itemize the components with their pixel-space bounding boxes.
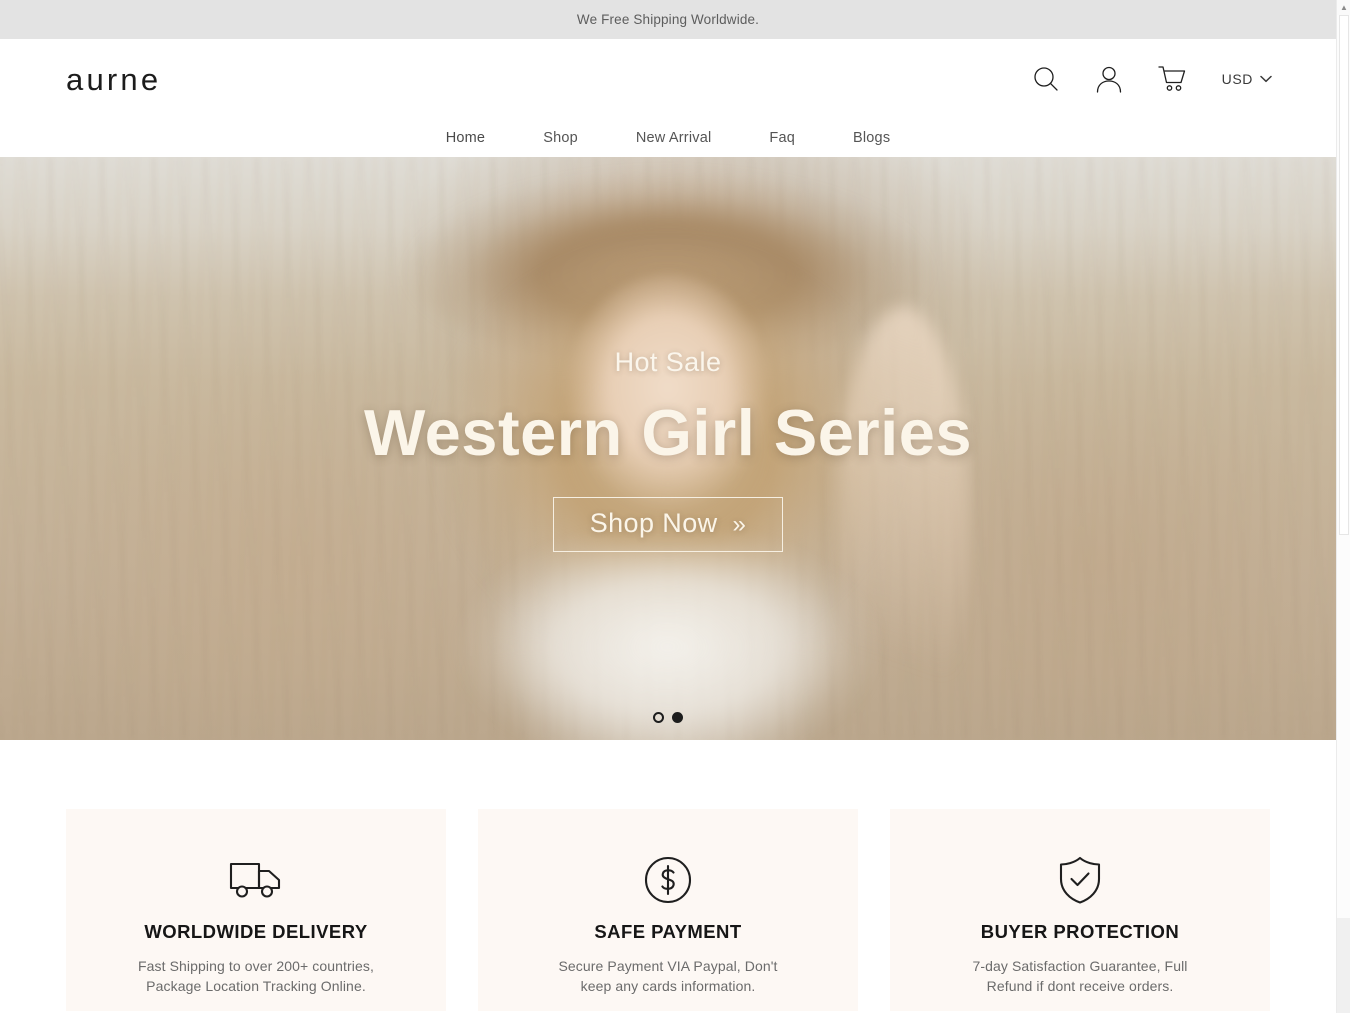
shop-now-label: Shop Now xyxy=(589,508,718,538)
page-root: We Free Shipping Worldwide. aurne USD Ho… xyxy=(0,0,1350,1013)
hero-eyebrow: Hot Sale xyxy=(614,347,722,377)
feature-desc-line-2: Refund if dont receive orders. xyxy=(986,977,1174,994)
shop-now-button[interactable]: Shop Now » xyxy=(552,497,784,553)
shield-check-icon xyxy=(918,856,1242,904)
hero-banner: Hot Sale Western Girl Series Shop Now » xyxy=(0,157,1336,740)
feature-title: SAFE PAYMENT xyxy=(594,921,742,942)
chevron-down-icon xyxy=(1260,70,1272,88)
feature-desc-line-2: keep any cards information. xyxy=(580,977,756,994)
feature-description: Secure Payment VIA Paypal, Don't keep an… xyxy=(506,956,830,997)
feature-desc-line-2: Package Location Tracking Online. xyxy=(146,977,366,994)
currency-label: USD xyxy=(1221,71,1253,87)
scrollbar-thumb[interactable] xyxy=(1339,15,1349,535)
feature-description: 7-day Satisfaction Guarantee, Full Refun… xyxy=(918,956,1242,997)
vertical-scrollbar[interactable]: ▲ xyxy=(1336,0,1350,1013)
scrollbar-lower-track[interactable] xyxy=(1337,918,1350,1013)
carousel-dot-1[interactable] xyxy=(653,712,664,723)
nav-item-home[interactable]: Home xyxy=(417,131,514,146)
feature-desc-line-1: Fast Shipping to over 200+ countries, xyxy=(137,957,374,974)
header-top-row: aurne USD xyxy=(0,39,1336,119)
page-viewport: We Free Shipping Worldwide. aurne USD Ho… xyxy=(0,0,1336,1013)
feature-description: Fast Shipping to over 200+ countries, Pa… xyxy=(94,956,418,997)
dollar-circle-icon xyxy=(506,856,830,904)
search-icon[interactable] xyxy=(1029,62,1063,96)
nav-item-faq[interactable]: Faq xyxy=(740,131,824,146)
nav-item-blogs[interactable]: Blogs xyxy=(824,131,919,146)
carousel-dot-2[interactable] xyxy=(672,712,683,723)
announcement-bar: We Free Shipping Worldwide. xyxy=(0,0,1336,39)
announcement-text: We Free Shipping Worldwide. xyxy=(576,12,760,27)
feature-card-buyer-protection: BUYER PROTECTION 7-day Satisfaction Guar… xyxy=(890,809,1270,1011)
nav-item-shop[interactable]: Shop xyxy=(514,131,607,146)
scroll-up-arrow-icon[interactable]: ▲ xyxy=(1337,0,1350,15)
carousel-dots xyxy=(653,712,683,723)
site-logo[interactable]: aurne xyxy=(66,64,161,95)
header-actions: USD xyxy=(1029,62,1272,96)
features-section: WORLDWIDE DELIVERY Fast Shipping to over… xyxy=(0,740,1336,1011)
user-icon[interactable] xyxy=(1092,62,1126,96)
feature-desc-line-1: 7-day Satisfaction Guarantee, Full xyxy=(972,957,1188,974)
feature-card-worldwide-delivery: WORLDWIDE DELIVERY Fast Shipping to over… xyxy=(66,809,446,1011)
scrollbar-track[interactable] xyxy=(1337,15,1350,1013)
currency-selector[interactable]: USD xyxy=(1222,70,1272,88)
feature-desc-line-1: Secure Payment VIA Paypal, Don't xyxy=(558,957,778,974)
hero-content: Hot Sale Western Girl Series Shop Now » xyxy=(0,157,1336,740)
main-navigation: Home Shop New Arrival Faq Blogs xyxy=(0,119,1336,157)
site-header: aurne USD Home Shop New Arrival Faq Blog… xyxy=(0,39,1336,157)
feature-title: WORLDWIDE DELIVERY xyxy=(144,921,368,942)
nav-item-new-arrival[interactable]: New Arrival xyxy=(607,131,741,146)
truck-icon xyxy=(94,856,418,904)
hero-title: Western Girl Series xyxy=(363,396,973,469)
features-row: WORLDWIDE DELIVERY Fast Shipping to over… xyxy=(66,809,1270,1011)
double-chevron-right-icon: » xyxy=(732,510,747,538)
feature-title: BUYER PROTECTION xyxy=(980,921,1180,942)
cart-icon[interactable] xyxy=(1155,62,1189,96)
feature-card-safe-payment: SAFE PAYMENT Secure Payment VIA Paypal, … xyxy=(478,809,858,1011)
